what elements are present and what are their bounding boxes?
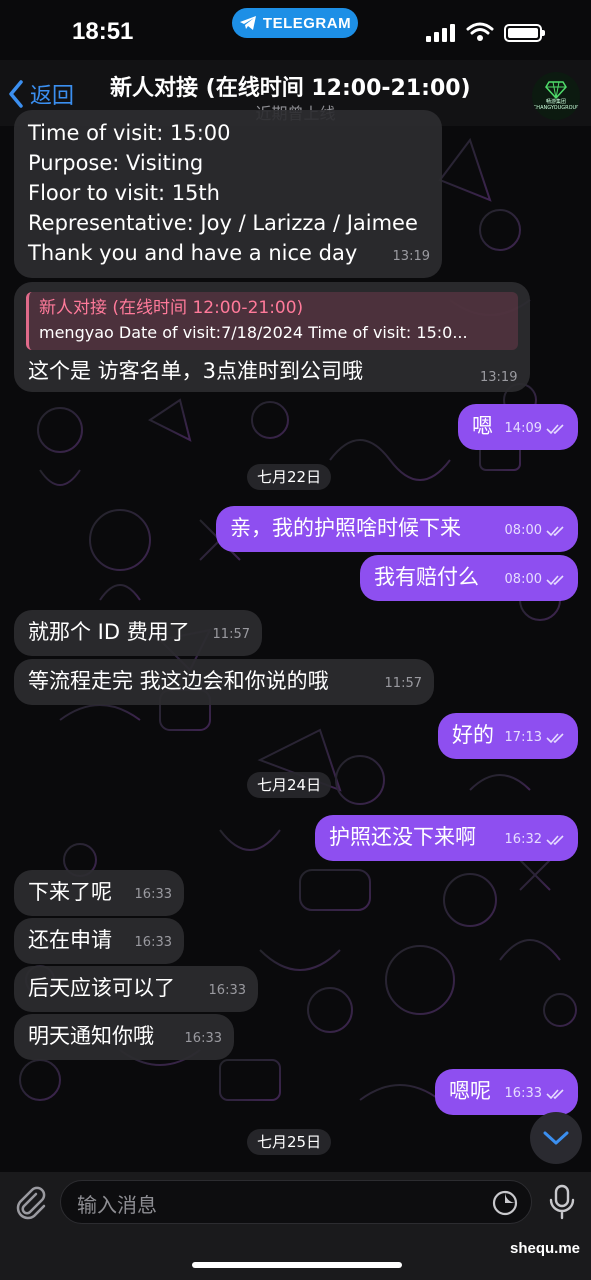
message-time: 13:19: [392, 249, 430, 264]
message-text: 还在申请: [28, 928, 112, 952]
message-line: Time of visit: 15:00: [28, 121, 231, 145]
reply-quote-author: 新人对接 (在线时间 12:00-21:00): [39, 298, 304, 318]
date-separator: 七月24日: [247, 772, 332, 798]
message-incoming[interactable]: 就那个 ID 费用了 11:57: [14, 610, 262, 656]
chat-title[interactable]: 新人对接 (在线时间 12:00-21:00): [110, 70, 471, 102]
diamond-logo-icon: [545, 81, 567, 99]
message-text: 下来了呢: [28, 880, 112, 904]
status-bar: 18:51 TELEGRAM: [0, 0, 591, 60]
message-meta: 14:09: [505, 414, 566, 444]
message-input-placeholder: 输入消息: [77, 1193, 157, 1217]
double-check-icon: [546, 424, 564, 435]
double-check-icon: [546, 526, 564, 537]
message-meta: 08:00: [505, 516, 566, 546]
message-text: 等流程走完 我这边会和你说的哦: [28, 669, 329, 693]
paperclip-icon[interactable]: [12, 1184, 48, 1220]
message-text: 明天通知你哦: [28, 1024, 154, 1048]
cellular-signal-icon: [426, 24, 455, 42]
message-line: Floor to visit: 15th: [28, 181, 220, 205]
message-text: 我有赔付么: [374, 565, 479, 589]
date-separator: 七月25日: [247, 1129, 332, 1155]
message-time: 16:33: [208, 983, 246, 998]
message-line: Representative: Joy / Larizza / Jaimee: [28, 211, 418, 235]
message-outgoing[interactable]: 嗯 14:09: [458, 404, 578, 450]
scroll-to-bottom-button[interactable]: [530, 1112, 582, 1164]
chevron-down-icon: [543, 1131, 569, 1145]
message-incoming[interactable]: 明天通知你哦 16:33: [14, 1014, 234, 1060]
date-separator: 七月22日: [247, 464, 332, 490]
message-text: 亲，我的护照啥时候下来: [230, 516, 461, 540]
message-incoming[interactable]: 等流程走完 我这边会和你说的哦 11:57: [14, 659, 434, 705]
message-time: 16:33: [184, 1031, 222, 1046]
message-line: Thank you and have a nice day: [28, 241, 358, 265]
message-outgoing[interactable]: 好的 17:13: [438, 713, 578, 759]
avatar-subtext: CHANGYOUGROUP: [532, 105, 580, 111]
double-check-icon: [546, 835, 564, 846]
message-meta: 16:33: [505, 1079, 566, 1109]
message-outgoing[interactable]: 亲，我的护照啥时候下来 08:00: [216, 506, 578, 552]
message-text: 就那个 ID 费用了: [28, 620, 190, 644]
message-time: 13:19: [480, 370, 518, 385]
message-line: Purpose: Visiting: [28, 151, 204, 175]
telegram-pill[interactable]: TELEGRAM: [232, 8, 358, 38]
reply-quote-text: mengyao Date of visit:7/18/2024 Time of …: [39, 323, 468, 342]
message-incoming[interactable]: Time of visit: 15:00 Purpose: Visiting F…: [14, 110, 442, 278]
message-time: 11:57: [212, 627, 250, 642]
double-check-icon: [546, 733, 564, 744]
message-text: 这个是 访客名单，3点准时到公司哦: [28, 359, 364, 383]
home-indicator[interactable]: [192, 1262, 402, 1268]
message-outgoing[interactable]: 我有赔付么 08:00: [360, 555, 578, 601]
double-check-icon: [546, 1089, 564, 1100]
message-meta: 17:13: [505, 723, 566, 753]
reply-quote[interactable]: 新人对接 (在线时间 12:00-21:00) mengyao Date of …: [26, 292, 518, 350]
watermark: shequ.me: [510, 1240, 581, 1257]
message-text: 嗯呢: [449, 1079, 491, 1103]
telegram-pill-label: TELEGRAM: [262, 14, 352, 32]
message-text: 好的: [452, 723, 494, 747]
message-input[interactable]: 输入消息: [60, 1180, 532, 1224]
message-incoming[interactable]: 后天应该可以了 16:33: [14, 966, 258, 1012]
message-time: 11:57: [384, 676, 422, 691]
battery-icon: [504, 24, 545, 42]
status-time: 18:51: [72, 18, 134, 45]
message-time: 16:33: [134, 887, 172, 902]
message-incoming[interactable]: 还在申请 16:33: [14, 918, 184, 964]
message-text: 后天应该可以了: [28, 976, 175, 1000]
message-incoming[interactable]: 下来了呢 16:33: [14, 870, 184, 916]
message-meta: 16:32: [505, 825, 566, 855]
wifi-icon: [466, 22, 494, 41]
avatar[interactable]: 畅游集团 CHANGYOUGROUP: [532, 72, 580, 120]
message-time: 16:33: [134, 935, 172, 950]
message-meta: 08:00: [505, 565, 566, 595]
message-outgoing[interactable]: 嗯呢 16:33: [435, 1069, 578, 1115]
telegram-icon: [239, 16, 256, 30]
message-outgoing[interactable]: 护照还没下来啊 16:32: [315, 815, 578, 861]
microphone-icon[interactable]: [548, 1184, 576, 1220]
sticker-icon[interactable]: [491, 1189, 519, 1217]
message-text: 嗯: [472, 414, 493, 438]
double-check-icon: [546, 575, 564, 586]
message-text: 护照还没下来啊: [329, 825, 476, 849]
